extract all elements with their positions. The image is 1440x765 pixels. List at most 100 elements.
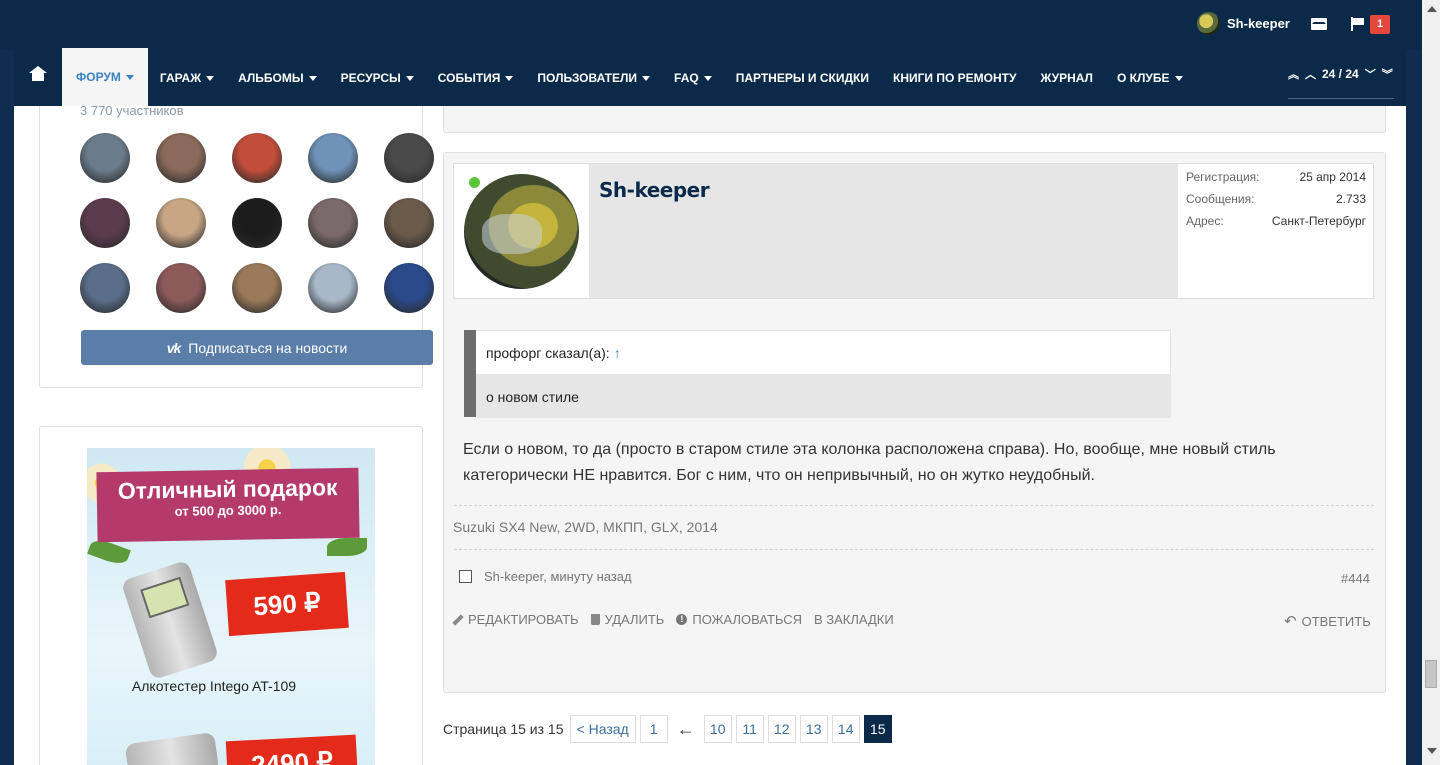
page-jump-arrow[interactable]: ← [672,715,700,743]
chevron-down-icon [206,75,215,81]
report-button[interactable]: ! Пожаловаться [676,612,802,627]
quote-header: профорг сказал(а): ↑ [476,330,1171,375]
post-body: Если о новом, то да (просто в старом сти… [463,441,1276,484]
nav-item-journal[interactable]: ЖУРНАЛ [1028,50,1105,106]
chevron-up-icon[interactable]: ︿ [1305,66,1316,82]
mail-icon[interactable] [1311,18,1327,30]
chevron-down-icon [308,75,317,81]
nav-item-faq[interactable]: FAQ [662,50,724,106]
nav-item-users[interactable]: ПОЛЬЗОВАТЕЛИ [525,50,662,106]
bookmark-button[interactable]: В закладки [814,612,894,627]
chevron-down-icon [405,75,414,81]
page-link[interactable]: 14 [831,715,860,743]
author-name[interactable]: Sh-keeper [599,178,710,202]
chevron-down-icon [505,75,514,81]
member-avatar[interactable] [308,198,358,248]
top-bar: Sh-keeper 1 [0,0,1422,50]
reply-button[interactable]: ↶ Ответить [1284,612,1371,630]
page-link[interactable]: 10 [703,715,732,743]
previous-post [443,106,1386,133]
stat-row: Адрес: Санкт-Петербург [1186,214,1366,228]
member-avatar[interactable] [156,133,206,183]
edit-button[interactable]: Редактировать [452,612,579,627]
user-menu[interactable]: Sh-keeper [1197,12,1290,35]
divider [454,505,1374,506]
ad-title-banner: Отличный подарок от 500 до 3000 р. [96,467,360,543]
member-avatar[interactable] [308,263,358,313]
post-meta: Sh-keeper, минуту назад [459,569,632,584]
ad-title: Отличный подарок [117,474,338,504]
member-avatar[interactable] [384,198,434,248]
username-label: Sh-keeper [1227,16,1290,31]
vk-subscribe-button[interactable]: vk Подписаться на новости [81,330,433,365]
post-position: 24 / 24 [1322,67,1359,81]
ad-product-caption: Алкотестер Intego AT-109 [131,678,297,694]
post-number[interactable]: #444 [1341,571,1370,586]
post-signature: Suzuki SX4 New, 2WD, МКПП, GLX, 2014 [453,519,718,535]
notification-badge[interactable]: 1 [1370,15,1390,34]
scrollbar[interactable] [1422,0,1440,765]
double-chevron-down-icon[interactable]: ︾ [1382,66,1393,82]
nav-item-about[interactable]: О КЛУБЕ [1105,50,1195,106]
chevron-down-icon [1174,75,1183,81]
main-content: 3 770 участников vk Подписаться на новос… [14,106,1406,765]
member-avatar[interactable] [384,263,434,313]
double-chevron-up-icon[interactable]: ︽ [1288,66,1299,82]
delete-button[interactable]: Удалить [590,612,664,627]
page-link-current: 15 [863,715,892,743]
ad-banner[interactable]: Отличный подарок от 500 до 3000 р. 590 ₽… [87,448,375,765]
member-avatar[interactable] [232,133,282,183]
scroll-down-icon[interactable] [1427,748,1437,754]
chevron-down-icon[interactable]: ﹀ [1365,66,1376,82]
forum-post: Sh-keeper Регистрация: 25 апр 2014 Сообще… [443,152,1386,693]
author-stats: Регистрация: 25 апр 2014 Сообщения: 2.733 … [1186,170,1366,236]
nav-item-forum[interactable]: ФОРУМ [62,48,148,106]
pagination: Страница 15 из 15 < Назад 1 ← 10 11 12 1… [443,715,892,743]
chevron-down-icon [642,75,651,81]
page-link-first[interactable]: 1 [639,715,668,743]
members-count: 3 770 участников [80,106,184,118]
nav-item-events[interactable]: СОБЫТИЯ [426,50,526,106]
nav-post-pager: ︽ ︿ 24 / 24 ﹀ ︾ [1288,50,1394,99]
home-icon [29,66,47,84]
select-post-checkbox[interactable] [459,570,472,583]
quote-text: о новом стиле [476,375,1171,418]
nav-item-partners[interactable]: ПАРТНЕРЫ И СКИДКИ [724,50,881,106]
nav-item-resources[interactable]: РЕСУРСЫ [329,50,426,106]
nav-item-books[interactable]: КНИГИ ПО РЕМОНТУ [881,50,1028,106]
member-avatar[interactable] [232,198,282,248]
post-actions: Редактировать Удалить ! Пожаловаться В за… [452,612,894,627]
pagination-label: Страница 15 из 15 [443,721,564,737]
page-link[interactable]: 13 [799,715,828,743]
member-avatar[interactable] [80,133,130,183]
member-avatar[interactable] [156,263,206,313]
page-link[interactable]: 12 [767,715,796,743]
prev-page-button[interactable]: < Назад [569,715,636,743]
chevron-down-icon [703,75,712,81]
author-box: Sh-keeper Регистрация: 25 апр 2014 Сообще… [453,163,1374,299]
scroll-up-icon[interactable] [1427,6,1437,12]
member-avatar[interactable] [232,263,282,313]
page-link[interactable]: 11 [735,715,764,743]
member-avatar[interactable] [80,263,130,313]
avatar [1197,12,1220,35]
member-avatar[interactable] [156,198,206,248]
stat-row: Сообщения: 2.733 [1186,192,1366,206]
nav-item-garage[interactable]: ГАРАЖ [148,50,226,106]
member-avatar[interactable] [80,198,130,248]
post-author-time[interactable]: Sh-keeper, минуту назад [484,569,632,584]
online-status-icon [467,175,482,190]
author-avatar[interactable] [464,174,579,289]
leaf-decoration [327,538,367,556]
nav-item-albums[interactable]: АЛЬБОМЫ [226,50,329,106]
vk-icon: vk [166,339,182,356]
member-avatar[interactable] [308,133,358,183]
flag-icon[interactable] [1351,17,1365,31]
scrollbar-thumb[interactable] [1425,660,1437,688]
main-nav: ФОРУМ ГАРАЖ АЛЬБОМЫ РЕСУРСЫ СОБЫТИЯ ПОЛЬ… [14,48,1406,106]
member-avatar[interactable] [384,133,434,183]
divider [454,549,1374,550]
breathalyzer-image [120,559,220,681]
quote-jump-link[interactable]: ↑ [614,345,621,361]
nav-home[interactable] [14,50,62,106]
